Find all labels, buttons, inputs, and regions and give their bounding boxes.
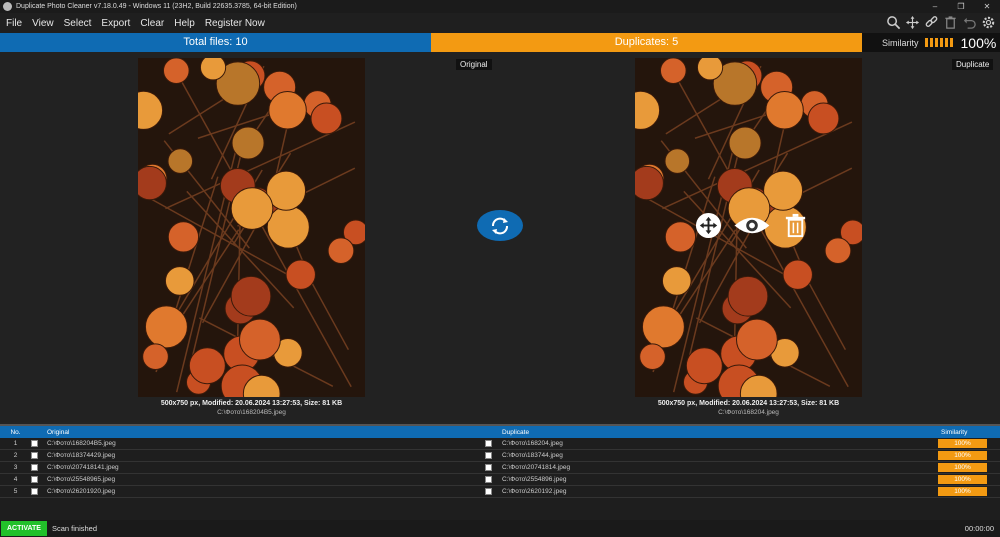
delete-icon[interactable]: [782, 212, 809, 239]
settings-icon[interactable]: [981, 15, 996, 30]
similarity-bar-segment: [934, 38, 938, 47]
original-file: C:\Фото\18374429.jpeg: [47, 452, 116, 459]
similarity-badge: 100%: [938, 451, 987, 460]
original-info: 500x750 px, Modified: 20.06.2024 13:27:5…: [160, 400, 343, 407]
original-tag: Original: [456, 59, 492, 70]
compare-panel: Original Duplicate 500x750 px, Modified:…: [0, 52, 1000, 422]
duplicate-info: 500x750 px, Modified: 20.06.2024 13:27:5…: [657, 400, 840, 407]
row-number: 2: [13, 452, 18, 459]
original-file: C:\Фото\168204B5.jpeg: [47, 440, 116, 447]
similarity-bars: [924, 38, 953, 47]
similarity-bar-segment: [929, 38, 933, 47]
similarity-bar-segment: [939, 38, 943, 47]
close-button[interactable]: ✕: [974, 0, 1000, 13]
similarity-badge: 100%: [938, 487, 987, 496]
title-bar: Duplicate Photo Cleaner v7.18.0.49 - Win…: [0, 0, 1000, 13]
table-header: No. Original Duplicate Similarity: [0, 426, 1000, 438]
original-file: C:\Фото\26201920.jpeg: [47, 488, 116, 495]
original-file: C:\Фото\25548965.jpeg: [47, 476, 116, 483]
table-row[interactable]: 5 C:\Фото\26201920.jpeg C:\Фото\2620192.jp…: [0, 486, 1000, 498]
original-checkbox[interactable]: [31, 452, 38, 459]
duplicate-checkbox[interactable]: [485, 452, 492, 459]
duplicate-checkbox[interactable]: [485, 440, 492, 447]
duplicate-checkbox[interactable]: [485, 476, 492, 483]
total-files-label: Total files: 10: [0, 33, 431, 52]
original-checkbox[interactable]: [31, 464, 38, 471]
menu-clear[interactable]: Clear: [135, 18, 169, 29]
minimize-button[interactable]: –: [922, 0, 948, 13]
window-title: Duplicate Photo Cleaner v7.18.0.49 - Win…: [16, 3, 297, 10]
header-original[interactable]: Original: [47, 429, 69, 436]
duplicate-file: C:\Фото\2620192.jpeg: [502, 488, 567, 495]
menu-file[interactable]: File: [0, 18, 27, 29]
header-similarity[interactable]: Similarity: [941, 429, 967, 436]
menu-help[interactable]: Help: [169, 18, 200, 29]
original-checkbox[interactable]: [31, 440, 38, 447]
original-checkbox[interactable]: [31, 476, 38, 483]
similarity-bar-segment: [949, 38, 953, 47]
results-table: No. Original Duplicate Similarity 1 C:\Фо…: [0, 424, 1000, 520]
table-row[interactable]: 4 C:\Фото\25548965.jpeg C:\Фото\2554896.jp…: [0, 474, 1000, 486]
duplicate-path: C:\Фото\168204.jpeg: [718, 409, 779, 416]
stats-bar: Total files: 10 Duplicates: 5 Similarity…: [0, 33, 1000, 52]
table-body: 1 C:\Фото\168204B5.jpeg C:\Фото\168204.jpe…: [0, 438, 1000, 498]
search-icon[interactable]: [886, 15, 901, 30]
status-bar: ACTIVATE Scan finished 00:00:00: [0, 520, 1000, 537]
original-photo[interactable]: [138, 58, 365, 397]
similarity-badge: 100%: [938, 439, 987, 448]
menu-register-now[interactable]: Register Now: [200, 18, 270, 29]
duplicate-checkbox[interactable]: [485, 488, 492, 495]
undo-icon[interactable]: [962, 15, 977, 30]
menu-select[interactable]: Select: [59, 18, 97, 29]
move-icon[interactable]: [905, 15, 920, 30]
similarity-badge: 100%: [938, 475, 987, 484]
elapsed-timer: 00:00:00: [964, 524, 994, 533]
swap-icon: [492, 217, 508, 234]
table-row[interactable]: 2 C:\Фото\18374429.jpeg C:\Фото\183744.jpe…: [0, 450, 1000, 462]
row-number: 1: [13, 440, 18, 447]
similarity-value: 100%: [960, 34, 997, 51]
similarity-badge: 100%: [938, 463, 987, 472]
toolbar: [886, 15, 996, 30]
duplicate-file: C:\Фото\183744.jpeg: [502, 452, 563, 459]
swap-button[interactable]: [477, 210, 523, 241]
preview-eye-icon[interactable]: [732, 212, 772, 239]
duplicate-file: C:\Фото\168204.jpeg: [502, 440, 563, 447]
row-number: 5: [13, 488, 18, 495]
duplicates-label: Duplicates: 5: [431, 33, 862, 52]
original-checkbox[interactable]: [31, 488, 38, 495]
table-row[interactable]: 3 C:\Фото\207418141.jpeg C:\Фото\20741814.…: [0, 462, 1000, 474]
table-row[interactable]: 1 C:\Фото\168204B5.jpeg C:\Фото\168204.jpe…: [0, 438, 1000, 450]
menu-bar: File View Select Export Clear Help Regis…: [0, 13, 1000, 33]
original-file: C:\Фото\207418141.jpeg: [47, 464, 119, 471]
menu-view[interactable]: View: [27, 18, 59, 29]
activate-button[interactable]: ACTIVATE: [1, 521, 47, 536]
duplicate-checkbox[interactable]: [485, 464, 492, 471]
duplicate-file: C:\Фото\2554896.jpeg: [502, 476, 567, 483]
similarity-indicator: Similarity 100%: [862, 33, 1000, 52]
similarity-bar-segment: [944, 38, 948, 47]
similarity-label: Similarity: [882, 37, 919, 48]
original-path: C:\Фото\168204B5.jpeg: [217, 409, 286, 416]
app-icon: [3, 2, 12, 11]
menu-export[interactable]: Export: [96, 18, 135, 29]
duplicate-actions: [695, 212, 809, 239]
duplicate-file: C:\Фото\20741814.jpeg: [502, 464, 571, 471]
header-no[interactable]: No.: [8, 429, 23, 436]
status-message: Scan finished: [51, 524, 97, 533]
trash-icon[interactable]: [943, 15, 958, 30]
similarity-bar-segment: [924, 38, 928, 47]
header-duplicate[interactable]: Duplicate: [502, 429, 529, 436]
link-icon[interactable]: [924, 15, 939, 30]
row-number: 3: [13, 464, 18, 471]
duplicate-tag: Duplicate: [952, 59, 994, 70]
window-controls: – ❐ ✕: [922, 0, 1000, 13]
row-number: 4: [13, 476, 18, 483]
zoom-icon[interactable]: [695, 212, 722, 239]
maximize-button[interactable]: ❐: [948, 0, 974, 13]
